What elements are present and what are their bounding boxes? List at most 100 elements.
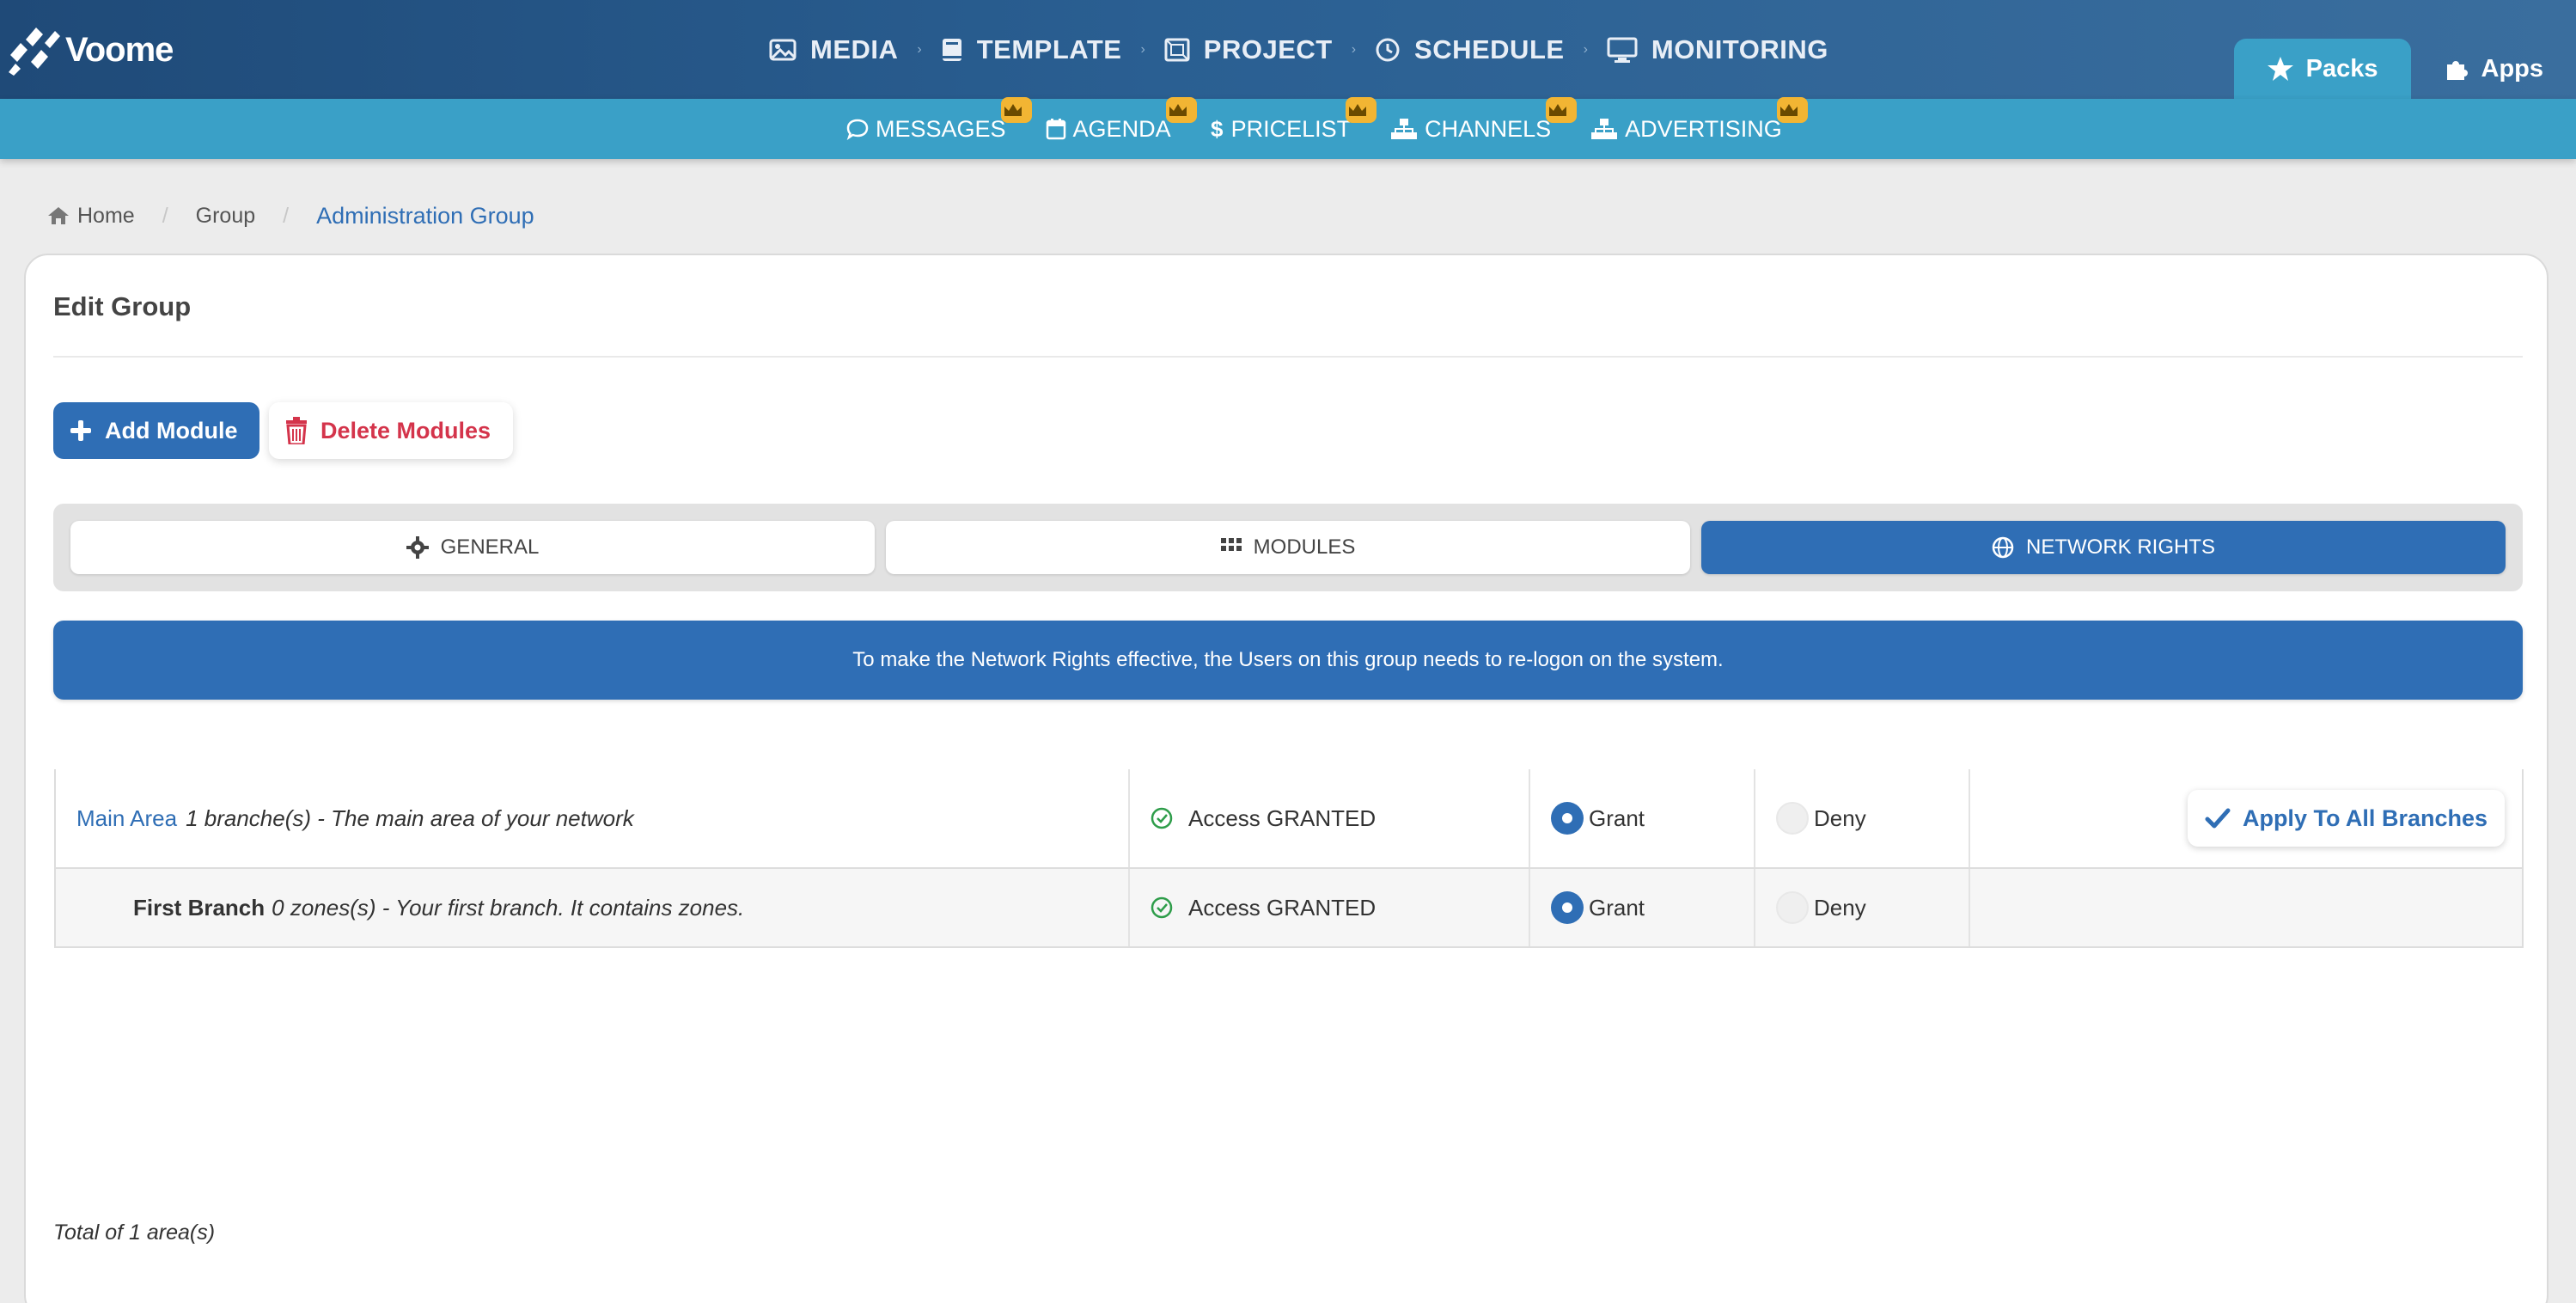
- subnav-advertising-label: ADVERTISING: [1625, 115, 1782, 142]
- image-icon: [769, 39, 797, 61]
- nav-schedule-label: SCHEDULE: [1414, 34, 1565, 64]
- tab-apps-label: Apps: [2481, 54, 2544, 83]
- tab-modules[interactable]: MODULES: [886, 521, 1690, 574]
- grant-radio[interactable]: Grant: [1551, 891, 1645, 924]
- breadcrumb-separator: /: [162, 203, 168, 228]
- breadcrumb-current: Administration Group: [316, 202, 534, 229]
- nav-template[interactable]: TEMPLATE: [941, 34, 1122, 65]
- breadcrumb-home[interactable]: Home: [46, 204, 135, 229]
- svg-text:$: $: [1211, 117, 1224, 141]
- plus-icon: [70, 420, 91, 441]
- tab-packs[interactable]: Packs: [2233, 39, 2411, 99]
- chat-icon: [846, 119, 869, 140]
- add-module-label: Add Module: [105, 417, 238, 444]
- area-description: 1 branche(s) - The main area of your net…: [186, 804, 634, 831]
- home-icon: [48, 207, 69, 224]
- monitor-icon: [1607, 37, 1638, 63]
- subnav-advertising[interactable]: ADVERTISING: [1590, 96, 1808, 143]
- apply-label: Apply To All Branches: [2242, 804, 2487, 831]
- breadcrumb: Home / Group / Administration Group: [46, 203, 534, 229]
- tab-network-rights[interactable]: NETWORK RIGHTS: [1701, 521, 2506, 574]
- breadcrumb-group[interactable]: Group: [196, 204, 255, 229]
- tab-network-rights-label: NETWORK RIGHTS: [2026, 535, 2215, 559]
- subnav-pricelist-label: PRICELIST: [1230, 115, 1352, 142]
- nav-project-label: PROJECT: [1203, 34, 1333, 64]
- tab-apps[interactable]: Apps: [2411, 39, 2576, 99]
- subnav-channels[interactable]: CHANNELS: [1390, 96, 1578, 143]
- tab-general-label: GENERAL: [440, 535, 540, 559]
- globe-icon: [1992, 536, 2014, 559]
- chevron-right-icon: ›: [1140, 42, 1145, 57]
- check-circle-icon: [1151, 896, 1173, 919]
- nav-media[interactable]: MEDIA: [769, 34, 898, 65]
- check-circle-icon: [1151, 807, 1173, 829]
- area-link[interactable]: Main Area: [76, 805, 177, 832]
- table-row: Main Area 1 branche(s) - The main area o…: [56, 769, 2522, 869]
- deny-radio[interactable]: Deny: [1776, 802, 1866, 835]
- crown-icon: [1346, 96, 1377, 123]
- radio-unselected-icon: [1776, 891, 1809, 924]
- crown-icon: [1776, 96, 1808, 123]
- subnav-pricelist[interactable]: $ PRICELIST: [1211, 96, 1377, 143]
- radio-unselected-icon: [1776, 802, 1809, 835]
- nav-template-label: TEMPLATE: [976, 34, 1122, 64]
- crown-icon: [1000, 96, 1032, 123]
- sitemap-icon: [1391, 119, 1418, 139]
- nav-monitoring[interactable]: MONITORING: [1607, 34, 1828, 65]
- star-icon: [2267, 57, 2293, 81]
- crown-icon: [1165, 96, 1197, 123]
- tab-modules-label: MODULES: [1253, 535, 1356, 559]
- empty-cell: [1970, 869, 2525, 946]
- access-status: Access GRANTED: [1188, 894, 1377, 921]
- group-tabs: GENERAL MODULES NETWORK RIGHTS: [53, 504, 2523, 591]
- breadcrumb-separator: /: [283, 203, 290, 228]
- tab-packs-label: Packs: [2305, 54, 2378, 83]
- divider: [53, 356, 2523, 358]
- branch-description: 0 zones(s) - Your first branch. It conta…: [272, 894, 745, 921]
- sub-nav: MESSAGES AGENDA $ PRICELIST CHANNELS ADV…: [846, 96, 1822, 159]
- grant-label: Grant: [1589, 894, 1645, 921]
- main-nav: MEDIA › TEMPLATE › PROJECT › SCHEDULE › …: [769, 26, 1828, 74]
- clock-icon: [1376, 38, 1400, 62]
- logo-text: Voome: [65, 30, 174, 69]
- add-module-button[interactable]: Add Module: [53, 402, 259, 459]
- subnav-messages-label: MESSAGES: [876, 115, 1006, 142]
- page-title: Edit Group: [53, 291, 192, 321]
- network-rights-alert: To make the Network Rights effective, th…: [53, 621, 2523, 700]
- deny-radio[interactable]: Deny: [1776, 891, 1866, 924]
- access-status: Access GRANTED: [1188, 804, 1377, 831]
- voome-logo[interactable]: Voome: [7, 24, 174, 76]
- subnav-agenda[interactable]: AGENDA: [1046, 96, 1197, 143]
- project-icon: [1164, 38, 1190, 62]
- chevron-right-icon: ›: [1583, 42, 1588, 57]
- deny-cell: Deny: [1755, 869, 1970, 946]
- nav-project[interactable]: PROJECT: [1164, 34, 1333, 65]
- branch-name: First Branch: [133, 894, 266, 921]
- trash-icon: [286, 417, 307, 444]
- network-rights-table: Main Area 1 branche(s) - The main area o…: [54, 769, 2524, 948]
- grant-cell: Grant: [1530, 869, 1755, 946]
- deny-cell: Deny: [1755, 769, 1970, 867]
- nav-schedule[interactable]: SCHEDULE: [1375, 34, 1565, 65]
- subnav-channels-label: CHANNELS: [1425, 115, 1552, 142]
- branch-cell: First Branch 0 zones(s) - Your first bra…: [56, 869, 1130, 946]
- chevron-right-icon: ›: [917, 42, 922, 57]
- access-status-cell: Access GRANTED: [1130, 769, 1530, 867]
- check-icon: [2205, 808, 2231, 829]
- total-count: Total of 1 area(s): [53, 1220, 216, 1245]
- apply-cell: Apply To All Branches: [1970, 769, 2525, 867]
- apply-to-all-branches-button[interactable]: Apply To All Branches: [2187, 790, 2505, 847]
- book-icon: [942, 39, 961, 61]
- subnav-agenda-label: AGENDA: [1072, 115, 1171, 142]
- grant-cell: Grant: [1530, 769, 1755, 867]
- chevron-right-icon: ›: [1351, 42, 1357, 57]
- delete-modules-button[interactable]: Delete Modules: [269, 402, 513, 459]
- grant-radio[interactable]: Grant: [1551, 802, 1645, 835]
- sitemap-icon: [1591, 119, 1618, 139]
- calendar-icon: [1046, 119, 1065, 140]
- tab-general[interactable]: GENERAL: [70, 521, 875, 574]
- gear-icon: [406, 536, 429, 559]
- nav-monitoring-label: MONITORING: [1651, 34, 1828, 64]
- radio-selected-icon: [1551, 891, 1584, 924]
- subnav-messages[interactable]: MESSAGES: [846, 96, 1032, 143]
